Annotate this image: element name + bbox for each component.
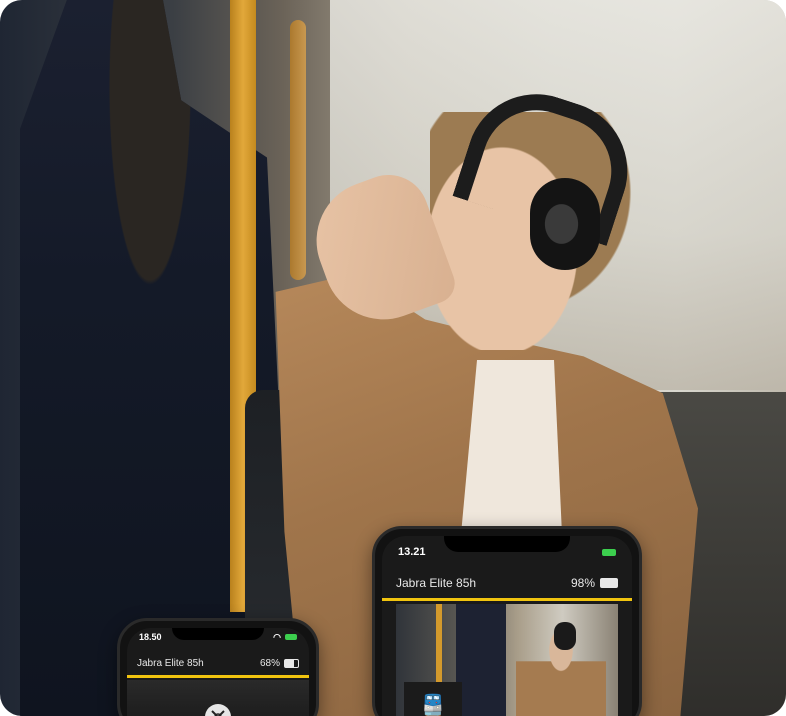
preview-headphones bbox=[554, 622, 576, 650]
phone-large-screen: 13.21 Jabra Elite 85h 98% 🚆 bbox=[382, 536, 632, 716]
device-name: Jabra Elite 85h bbox=[137, 658, 204, 669]
phone-small-time: 18.50 bbox=[139, 632, 162, 642]
accent-divider bbox=[382, 598, 632, 601]
phone-small-screen: 18.50 ◠ Jabra Elite 85h 68% bbox=[127, 628, 309, 716]
battery-icon bbox=[602, 548, 616, 556]
phone-large-device-row[interactable]: Jabra Elite 85h 98% bbox=[382, 576, 632, 590]
headphones-earcup bbox=[530, 178, 600, 270]
accent-divider bbox=[127, 675, 309, 678]
phone-large: 13.21 Jabra Elite 85h 98% 🚆 bbox=[372, 526, 642, 716]
handrail-curve bbox=[290, 20, 306, 280]
phone-small-device-row[interactable]: Jabra Elite 85h 68% bbox=[127, 658, 309, 669]
phone-small-status-icons: ◠ bbox=[273, 632, 297, 643]
mode-tile[interactable] bbox=[127, 680, 309, 716]
phone-small-status-bar: 18.50 ◠ bbox=[127, 628, 309, 646]
phone-large-status-icons bbox=[602, 548, 616, 556]
battery-percent: 68% bbox=[259, 658, 280, 669]
wifi-icon: ◠ bbox=[273, 631, 281, 642]
device-battery-icon bbox=[284, 659, 299, 668]
mode-tile-transport[interactable]: 🚆 bbox=[404, 682, 462, 716]
preview-passenger bbox=[456, 604, 506, 716]
phone-small: 18.50 ◠ Jabra Elite 85h 68% bbox=[117, 618, 319, 716]
phone-large-status-bar: 13.21 bbox=[382, 540, 632, 564]
phone-large-time: 13.21 bbox=[398, 546, 426, 558]
hero-photo: 18.50 ◠ Jabra Elite 85h 68% 13.21 Jabra … bbox=[0, 0, 786, 716]
train-icon: 🚆 bbox=[418, 693, 448, 716]
device-battery-icon bbox=[600, 578, 618, 588]
crossed-tools-icon bbox=[205, 704, 231, 716]
device-name: Jabra Elite 85h bbox=[396, 576, 477, 590]
battery-icon bbox=[285, 634, 297, 640]
battery-percent: 98% bbox=[570, 576, 595, 590]
